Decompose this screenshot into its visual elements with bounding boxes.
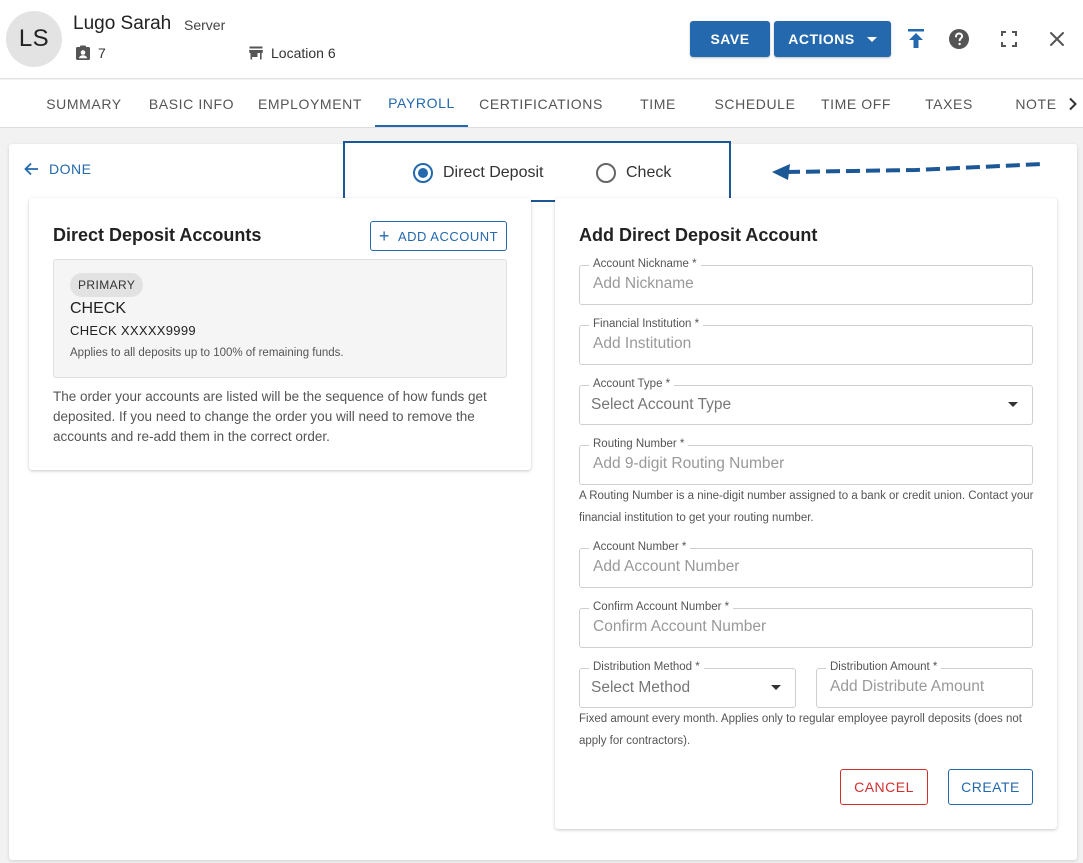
account-number: CHECK XXXXX9999 [70,323,196,338]
employee-location: Location 6 [248,45,336,61]
employee-id: 7 [75,45,106,61]
tab-summary[interactable]: SUMMARY [36,80,132,127]
routing-number-label: Routing Number * [589,437,689,451]
cancel-button[interactable]: CANCEL [840,769,928,805]
avatar: LS [6,11,62,67]
tab-basic-info[interactable]: BASIC INFO [140,80,243,127]
radio-check[interactable]: Check [596,163,671,183]
routing-number-input[interactable] [593,455,955,473]
arrow-left-icon [24,162,38,176]
distribution-method-select[interactable]: Distribution Method * Select Method [579,660,796,708]
badge-icon [76,45,90,60]
payment-method-group: Direct Deposit Check [343,141,731,202]
accounts-title: Direct Deposit Accounts [53,225,262,245]
help-icon[interactable] [947,27,971,51]
close-icon[interactable] [1045,27,1069,51]
distribution-amount-input[interactable] [830,678,1020,696]
routing-help-text: A Routing Number is a nine-digit number … [579,490,1034,524]
account-type-label: Account Type * [589,377,675,391]
fullscreen-icon[interactable] [997,27,1021,51]
tab-note[interactable]: NOTE [1008,80,1064,127]
tab-time[interactable]: TIME [625,80,691,127]
dropdown-arrow-icon [771,685,781,690]
confirm-account-number-label: Confirm Account Number * [589,600,734,614]
radio-checked-icon [413,163,433,183]
account-type-value: Select Account Type [591,396,732,413]
store-icon [249,46,263,60]
financial-institution-label: Financial Institution * [589,317,704,331]
account-type: CHECK [70,300,127,317]
employee-name: Lugo Sarah [73,13,172,34]
confirm-account-number-input[interactable] [593,618,955,636]
radio-unchecked-icon [596,163,616,183]
form-title: Add Direct Deposit Account [579,225,818,245]
tab-certifications[interactable]: CERTIFICATIONS [476,80,606,127]
tab-taxes[interactable]: TAXES [915,80,983,127]
account-nickname-input[interactable] [593,275,955,293]
account-type-select[interactable]: Account Type * Select Account Type [579,377,1033,425]
account-note: Applies to all deposits up to 100% of re… [70,347,344,359]
employee-id-value: 7 [98,45,106,61]
account-nickname-label: Account Nickname * [589,257,701,271]
tab-employment[interactable]: EMPLOYMENT [250,80,370,127]
actions-label: ACTIONS [788,31,855,47]
primary-badge: PRIMARY [70,273,144,297]
save-button[interactable]: SAVE [690,21,770,57]
dashed-arrow-icon [772,162,1044,180]
employee-header: LS Lugo Sarah Server 7 Location 6 SAVE A… [0,0,1083,79]
routing-number-field: Routing Number * [579,437,1033,485]
confirm-account-number-field: Confirm Account Number * [579,600,1033,648]
employee-role: Server [184,17,226,33]
account-nickname-field: Account Nickname * [579,257,1033,305]
tab-payroll[interactable]: PAYROLL [375,80,468,127]
radio-direct-deposit-label: Direct Deposit [443,164,544,181]
caret-down-icon [866,36,877,42]
employee-location-value: Location 6 [271,45,336,61]
distribution-amount-field: Distribution Amount * [816,660,1033,708]
chevron-right-icon[interactable] [1064,92,1082,116]
order-note: The order your accounts are listed will … [53,389,487,444]
actions-button[interactable]: ACTIONS [774,21,891,57]
create-button[interactable]: CREATE [948,769,1033,805]
tab-schedule[interactable]: SCHEDULE [710,80,800,127]
radio-check-label: Check [626,164,672,181]
add-account-button[interactable]: + ADD ACCOUNT [370,221,507,251]
account-number-field: Account Number * [579,540,1033,588]
account-number-label: Account Number * [589,540,691,554]
financial-institution-input[interactable] [593,335,955,353]
upload-icon[interactable] [904,27,928,51]
done-button[interactable]: DONE [24,161,91,177]
tab-bar: SUMMARY BASIC INFO EMPLOYMENT PAYROLL CE… [0,80,1083,128]
radio-direct-deposit[interactable]: Direct Deposit [413,163,543,183]
financial-institution-field: Financial Institution * [579,317,1033,365]
add-account-label: ADD ACCOUNT [397,228,499,244]
tab-time-off[interactable]: TIME OFF [813,80,899,127]
distribution-method-value: Select Method [591,679,691,696]
account-number-input[interactable] [593,558,955,576]
done-label: DONE [49,161,92,177]
plus-icon: + [378,226,390,246]
distribution-amount-label: Distribution Amount * [826,660,942,674]
dropdown-arrow-icon [1008,402,1018,407]
distribution-method-label: Distribution Method * [589,660,704,674]
distribution-help-text: Fixed amount every month. Applies only t… [579,713,1022,747]
